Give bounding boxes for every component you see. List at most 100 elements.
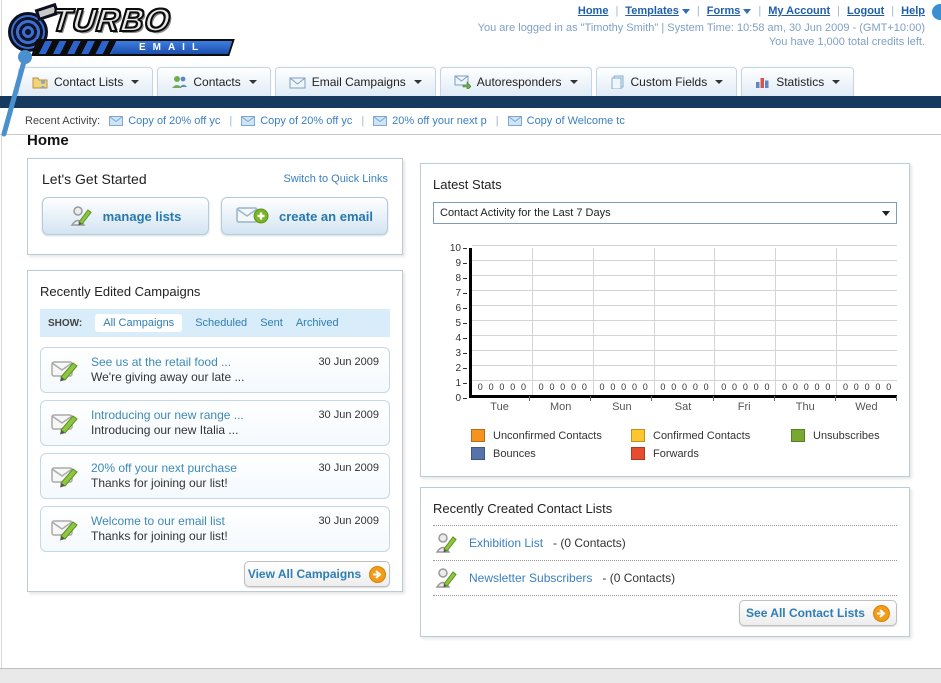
see-all-contact-lists-button[interactable]: See All Contact Lists <box>739 600 897 626</box>
chart-value-label: 0 <box>864 382 870 392</box>
chart-value-label: 0 <box>610 382 616 392</box>
see-all-contact-lists-label: See All Contact Lists <box>746 606 865 620</box>
stats-period-select[interactable]: Contact Activity for the Last 7 Days <box>433 202 897 224</box>
chevron-down-icon <box>715 80 724 84</box>
campaign-date: 30 Jun 2009 <box>318 462 379 474</box>
header-link-home[interactable]: Home <box>578 5 609 17</box>
contact-list-item[interactable]: Newsletter Subscribers - (0 Contacts) <box>433 561 897 595</box>
legend-label: Bounces <box>493 447 536 460</box>
view-all-campaigns-button[interactable]: View All Campaigns <box>244 561 390 587</box>
chart-value-label: 0 <box>782 382 788 392</box>
recent-activity-item[interactable]: Copy of Welcome tc <box>507 115 625 127</box>
campaign-subtitle: We're giving away our late ... <box>91 370 245 384</box>
contact-list-link[interactable]: Exhibition List <box>469 536 543 550</box>
campaign-subtitle: Introducing our new Italia ... <box>91 423 239 437</box>
chevron-down-icon <box>743 8 752 14</box>
campaign-subtitle: Thanks for joining our list! <box>91 529 228 543</box>
chart-value-label: 0 <box>703 382 709 392</box>
nav-tab-contacts[interactable]: Contacts <box>157 67 271 96</box>
create-email-button[interactable]: create an email <box>221 197 388 235</box>
chevron-down-icon <box>832 80 841 84</box>
chart-y-tick: 1 <box>455 378 467 389</box>
chart-y-tick: 9 <box>455 258 467 269</box>
header-link-help[interactable]: Help <box>901 5 925 17</box>
nav-tab-custom-fields[interactable]: Custom Fields <box>595 67 738 96</box>
chart-x-axis: Tue Mon Sun Sat Fri Thu Wed <box>469 396 898 413</box>
chart-x-label: Mon <box>530 396 592 413</box>
campaign-title-link[interactable]: See us at the retail food ... <box>91 355 244 370</box>
chart-value-label: 0 <box>886 382 892 392</box>
campaign-subtitle: Thanks for joining our list! <box>91 476 228 490</box>
manage-lists-button[interactable]: manage lists <box>42 197 209 235</box>
chart-value-label: 0 <box>510 382 516 392</box>
campaign-title-link[interactable]: Welcome to our email list <box>91 514 228 529</box>
chart-value-label: 0 <box>571 382 577 392</box>
chart-group: 00000 <box>837 248 897 395</box>
chart-value-label: 0 <box>692 382 698 392</box>
contact-list-item[interactable]: Exhibition List - (0 Contacts) <box>433 526 897 560</box>
chart-gridline <box>472 245 897 246</box>
show-label: SHOW: <box>48 317 83 329</box>
footer-strip <box>0 668 941 683</box>
campaign-row[interactable]: 20% off your next purchase Thanks for joi… <box>40 453 390 499</box>
chevron-down-icon <box>569 80 578 84</box>
chart-plot: 00000000000000000000000000000000000 <box>469 245 897 398</box>
person-pencil-icon <box>70 206 92 226</box>
separator: | <box>361 115 365 127</box>
campaign-title-link[interactable]: 20% off your next purchase <box>91 461 237 476</box>
decorative-pointer-line <box>1 50 32 137</box>
tab-all-campaigns[interactable]: All Campaigns <box>95 314 183 332</box>
nav-tab-statistics[interactable]: Statistics <box>741 67 855 96</box>
get-started-title: Let's Get Started <box>42 171 147 187</box>
credits-info: You have 1,000 total credits left. <box>768 36 925 48</box>
campaign-title-link[interactable]: Introducing our new range ... <box>91 408 244 423</box>
legend-item: Bounces <box>471 447 631 460</box>
tab-sent[interactable]: Sent <box>260 317 283 329</box>
switch-quick-links-link[interactable]: Switch to Quick Links <box>283 173 388 185</box>
chart-x-label: Thu <box>775 396 836 413</box>
autoresponders-icon <box>454 75 471 89</box>
campaign-row[interactable]: Introducing our new range ... Introducing… <box>40 400 390 446</box>
nav-tab-label: Contact Lists <box>54 75 124 89</box>
chart-value-label: 0 <box>682 382 688 392</box>
contact-list-count: - (0 Contacts) <box>602 571 676 585</box>
chart-value-label: 0 <box>477 382 483 392</box>
chart-value-label: 0 <box>875 382 881 392</box>
person-pencil-icon <box>435 533 457 553</box>
campaigns-list: See us at the retail food ... We're givin… <box>40 347 390 552</box>
separator: | <box>696 5 700 17</box>
campaign-row[interactable]: Welcome to our email list Thanks for join… <box>40 506 390 552</box>
latest-stats-title: Latest Stats <box>433 177 502 192</box>
envelope-pencil-icon <box>51 414 78 435</box>
chart-y-tick: 7 <box>455 288 467 299</box>
legend-label: Unsubscribes <box>813 429 880 442</box>
header-link-templates[interactable]: Templates <box>625 5 690 17</box>
chart-value-label: 0 <box>814 382 820 392</box>
tab-archived[interactable]: Archived <box>296 317 339 329</box>
envelope-pencil-icon <box>51 520 78 541</box>
navy-divider-bar <box>0 96 941 108</box>
main-nav: Contact Lists Contacts Email Campaigns A… <box>0 66 941 96</box>
contact-list-link[interactable]: Newsletter Subscribers <box>469 571 592 585</box>
nav-tab-autoresponders[interactable]: Autoresponders <box>439 67 592 96</box>
header-link-logout[interactable]: Logout <box>847 5 884 17</box>
separator: | <box>837 5 841 17</box>
recent-activity-item[interactable]: Copy of 20% off yc <box>241 115 352 127</box>
stats-period-value: Contact Activity for the Last 7 Days <box>440 207 611 219</box>
header-link-forms[interactable]: Forms <box>707 5 752 17</box>
recent-activity-item[interactable]: 20% off your next p <box>373 115 487 127</box>
legend-label: Confirmed Contacts <box>653 429 751 442</box>
nav-tab-email-campaigns[interactable]: Email Campaigns <box>274 67 436 96</box>
chart-value-label: 0 <box>581 382 587 392</box>
tab-scheduled[interactable]: Scheduled <box>195 317 247 329</box>
nav-tab-label: Custom Fields <box>630 75 708 89</box>
header-link-my-account[interactable]: My Account <box>768 5 830 17</box>
legend-item: Confirmed Contacts <box>631 429 791 442</box>
turbo-email-logo: TURBO EMAIL <box>6 1 246 58</box>
divider <box>433 595 897 596</box>
recent-activity-item[interactable]: Copy of 20% off yc <box>109 115 220 127</box>
chart-group: 00000 <box>776 248 838 395</box>
campaign-row[interactable]: See us at the retail food ... We're givin… <box>40 347 390 393</box>
chart-y-tick: 2 <box>455 363 467 374</box>
chart-group: 00000 <box>533 248 594 395</box>
